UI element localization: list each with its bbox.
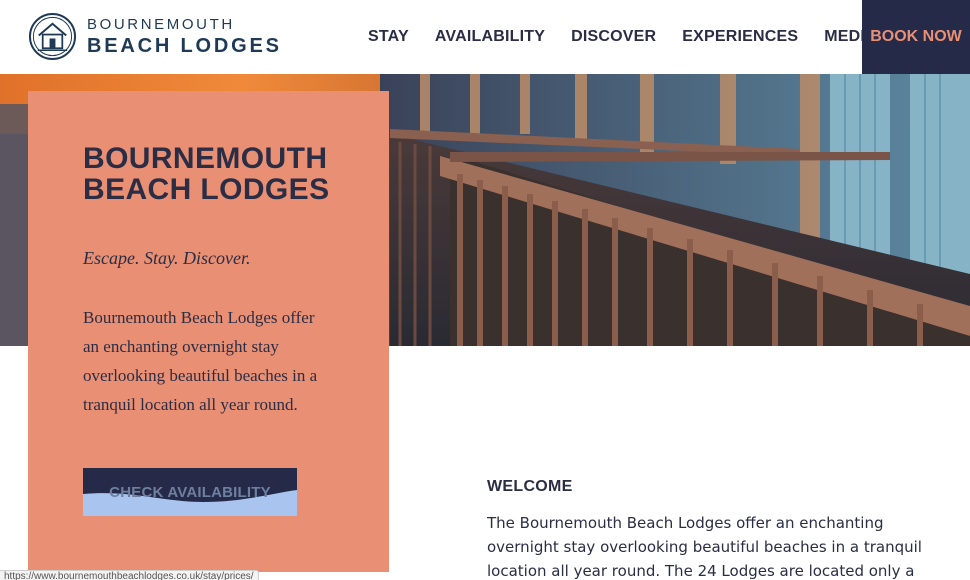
welcome-text: The Bournemouth Beach Lodges offer an en…	[487, 514, 922, 580]
nav-item-experiences[interactable]: EXPERIENCES	[682, 28, 798, 46]
hero-title: BOURNEMOUTH BEACH LODGES	[83, 143, 330, 205]
book-now-button[interactable]: BOOK NOW	[862, 0, 970, 74]
beach-hut-logo-icon	[28, 12, 77, 61]
check-availability-label: CHECK AVAILABILITY	[109, 483, 271, 501]
hero-title-line2: BEACH LODGES	[83, 173, 330, 206]
nav-item-availability[interactable]: AVAILABILITY	[435, 28, 545, 46]
hero-tagline: Escape. Stay. Discover.	[83, 248, 251, 268]
hero-title-line1: BOURNEMOUTH	[83, 142, 328, 175]
nav-item-stay[interactable]: STAY	[368, 28, 409, 46]
site-header: BOURNEMOUTH BEACH LODGES STAY AVAILABILI…	[0, 0, 970, 74]
check-availability-button[interactable]: CHECK AVAILABILITY	[83, 468, 297, 516]
welcome-heading: WELCOME	[487, 478, 573, 495]
hero-info-panel: BOURNEMOUTH BEACH LODGES Escape. Stay. D…	[28, 91, 389, 572]
logo-name-line1: BOURNEMOUTH	[87, 15, 235, 33]
hero-description: Bournemouth Beach Lodges offer an enchan…	[83, 308, 318, 414]
logo-name-line2: BEACH LODGES	[87, 34, 282, 57]
nav-item-discover[interactable]: DISCOVER	[571, 28, 656, 46]
site-logo[interactable]: BOURNEMOUTH BEACH LODGES	[28, 12, 282, 61]
main-nav: STAY AVAILABILITY DISCOVER EXPERIENCES M…	[368, 0, 903, 74]
link-status-bar: https://www.bournemouthbeachlodges.co.uk…	[0, 570, 259, 580]
